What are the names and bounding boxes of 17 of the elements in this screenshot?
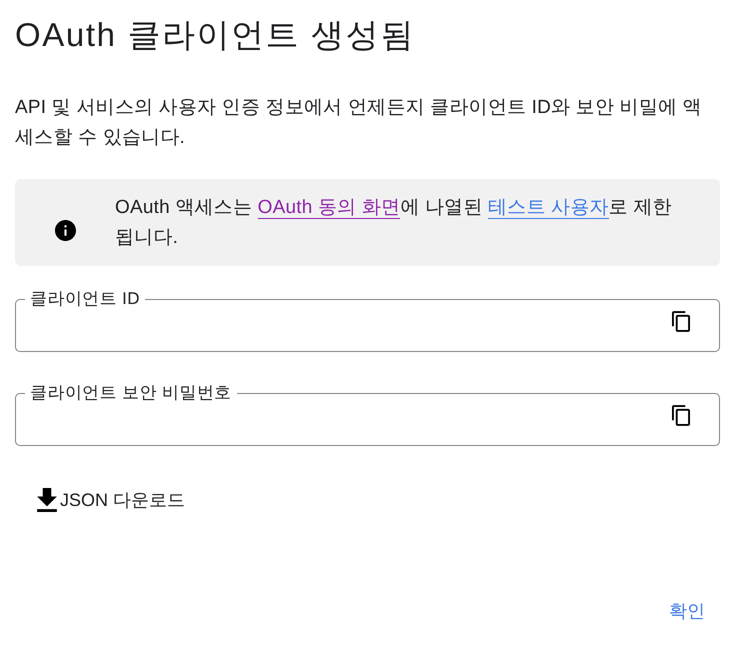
info-icon — [54, 220, 76, 241]
dialog-title: OAuth 클라이언트 생성됨 — [15, 15, 415, 55]
copy-button[interactable] — [672, 310, 690, 332]
description-text: API 및 서비스의 사용자 인증 정보에서 언제든지 클라이언트 ID와 보안 비밀에 액세스할 수 있습니다. — [15, 96, 703, 150]
download-button[interactable]: JSON 다운로드 — [29, 482, 194, 518]
input-field[interactable]: 클라이언트 보안 비밀번호 — [15, 383, 720, 446]
input-field[interactable]: 클라이언트 ID — [15, 289, 720, 352]
field-label: 클라이언트 보안 비밀번호 — [29, 383, 233, 403]
download-icon — [37, 488, 57, 512]
notice-link[interactable]: 테스트 사용자 — [488, 197, 609, 219]
copy-icon — [672, 404, 690, 426]
copy-icon — [672, 310, 690, 332]
copy-button[interactable] — [672, 404, 690, 426]
notice-link[interactable]: OAuth 동의 화면 — [258, 197, 400, 219]
notice-text: OAuth 액세스는 OAuth 동의 화면에 나열된 테스트 사용자로 제한됩니다. — [115, 196, 673, 250]
field-label: 클라이언트 ID — [29, 289, 141, 309]
confirm-button[interactable]: 확인 — [661, 593, 713, 629]
